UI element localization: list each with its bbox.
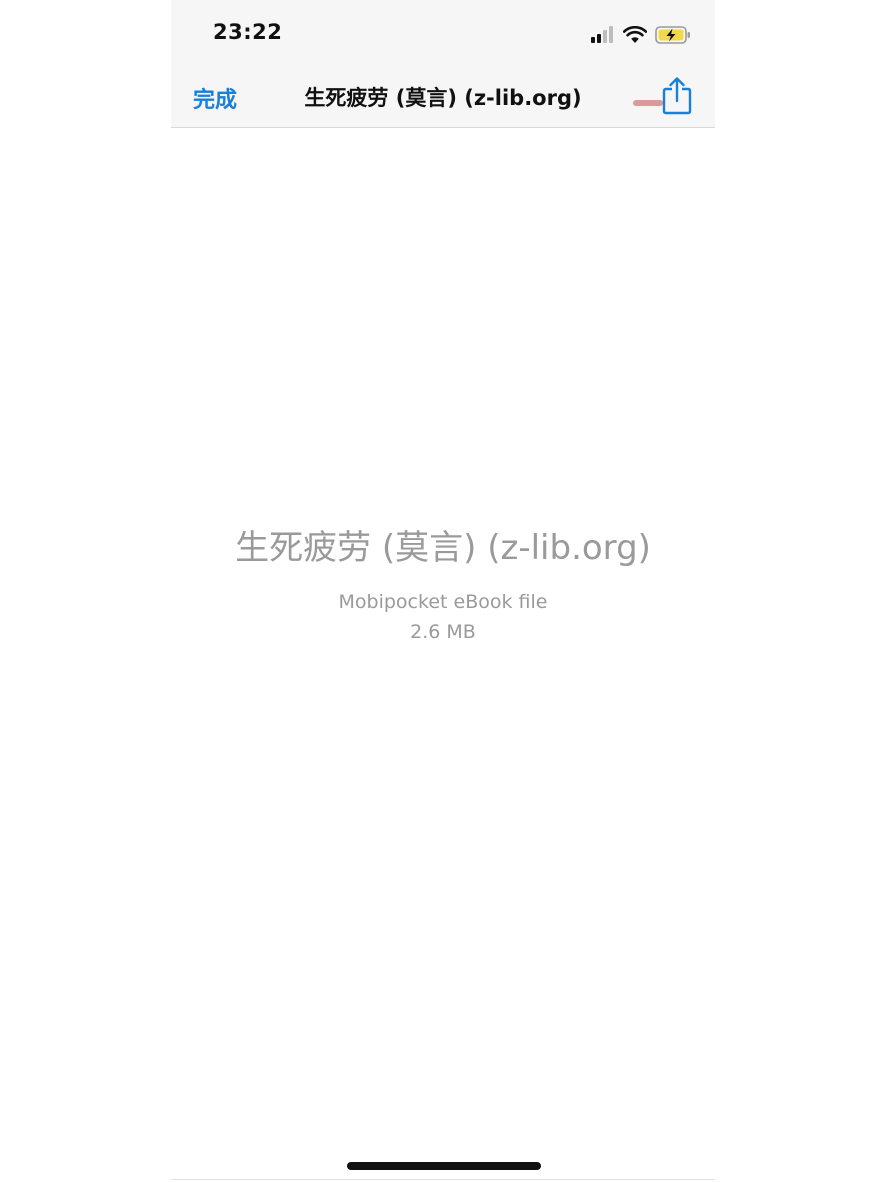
status-icons — [591, 24, 691, 46]
cellular-signal-icon — [591, 26, 613, 43]
top-bar: 23:22 完成 生死疲劳 (莫言) (z-lib.org) — [171, 0, 715, 128]
file-name: 生死疲劳 (莫言) (z-lib.org) — [235, 528, 651, 568]
nav-title: 生死疲劳 (莫言) (z-lib.org) — [304, 86, 582, 110]
bottom-divider — [171, 1179, 715, 1180]
phone-screen: 23:22 完成 生死疲劳 (莫言) (z-lib.org) 生死疲劳 (莫言)… — [171, 0, 715, 1182]
file-preview: 生死疲劳 (莫言) (z-lib.org) Mobipocket eBook f… — [171, 520, 715, 643]
wifi-icon — [623, 26, 647, 43]
home-indicator[interactable] — [347, 1162, 541, 1170]
file-size: 2.6 MB — [410, 621, 476, 643]
status-time: 23:22 — [213, 20, 283, 44]
done-button[interactable]: 完成 — [193, 82, 237, 114]
navigation-bar: 完成 生死疲劳 (莫言) (z-lib.org) — [171, 70, 715, 124]
battery-charging-icon — [655, 26, 690, 44]
page: 23:22 完成 生死疲劳 (莫言) (z-lib.org) 生死疲劳 (莫言)… — [0, 0, 886, 1182]
file-type: Mobipocket eBook file — [338, 591, 548, 613]
share-icon[interactable] — [659, 76, 695, 116]
